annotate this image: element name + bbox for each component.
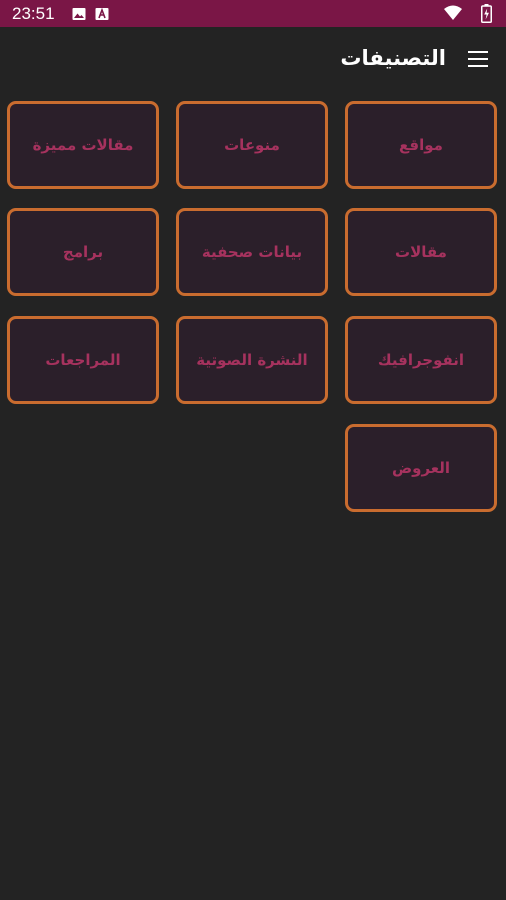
battery-icon — [481, 4, 492, 27]
category-label: العروض — [391, 459, 451, 477]
image-notification-icon — [72, 6, 86, 25]
category-tile[interactable]: النشرة الصوتية — [176, 316, 328, 404]
category-label: انفوجرافيك — [377, 351, 465, 369]
wifi-icon — [444, 5, 462, 24]
app-notification-icon — [95, 6, 109, 25]
category-label: المراجعات — [45, 351, 121, 369]
page-title: التصنيفات — [340, 46, 446, 70]
category-label: النشرة الصوتية — [196, 351, 308, 369]
category-tile[interactable]: مقالات — [345, 208, 497, 296]
app-bar: التصنيفات — [0, 27, 506, 89]
category-tile[interactable]: مقالات مميزة — [7, 101, 159, 189]
category-tile[interactable]: بيانات صحفية — [176, 208, 328, 296]
category-label: بيانات صحفية — [201, 243, 303, 261]
category-label: مواقع — [399, 136, 443, 154]
status-time: 23:51 — [12, 4, 55, 23]
category-tile[interactable]: العروض — [345, 424, 497, 512]
category-tile[interactable]: المراجعات — [7, 316, 159, 404]
category-tile[interactable]: منوعات — [176, 101, 328, 189]
category-tile[interactable]: مواقع — [345, 101, 497, 189]
status-bar: 23:51 — [0, 0, 506, 27]
category-label: برامج — [62, 243, 104, 261]
category-label: منوعات — [224, 136, 280, 154]
category-tile[interactable]: انفوجرافيك — [345, 316, 497, 404]
menu-icon[interactable] — [468, 51, 488, 67]
category-label: مقالات مميزة — [32, 136, 134, 154]
category-label: مقالات — [395, 243, 447, 261]
category-tile[interactable]: برامج — [7, 208, 159, 296]
